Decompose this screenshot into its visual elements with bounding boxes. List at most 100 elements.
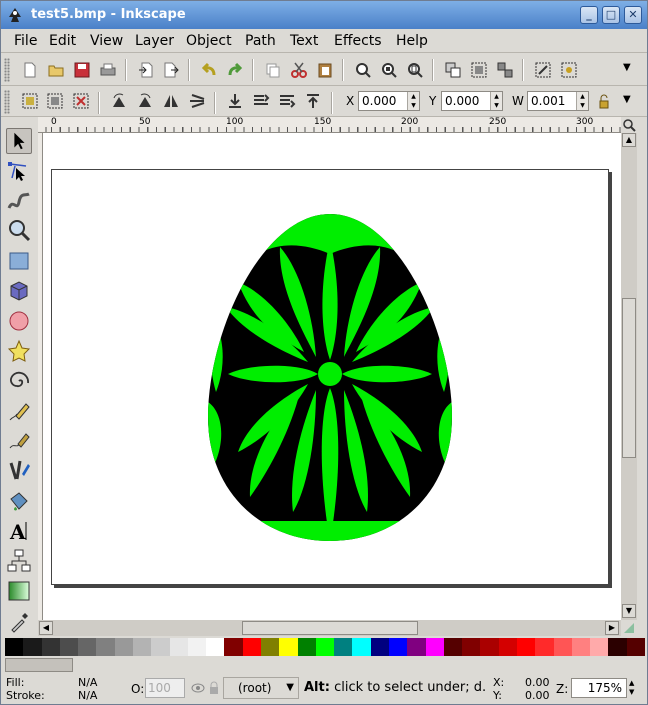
import-icon[interactable] [137,61,155,79]
fill-stroke-icon[interactable] [534,61,552,79]
palette-swatch[interactable] [169,638,189,656]
minimize-button[interactable]: _ [580,6,598,24]
pencil-tool-icon[interactable] [6,398,32,424]
export-icon[interactable] [162,61,180,79]
palette-swatch[interactable] [59,638,79,656]
lower-icon[interactable] [278,92,296,110]
new-document-icon[interactable] [21,61,39,79]
x-spinbox[interactable]: 0.000 ▲ ▼ [358,91,420,111]
easter-egg-image[interactable] [208,212,452,543]
menu-object[interactable]: Object [186,33,232,49]
flip-horizontal-icon[interactable] [162,92,180,110]
lower-to-bottom-icon[interactable] [226,92,244,110]
palette-swatch[interactable] [315,638,335,656]
menu-path[interactable]: Path [245,33,276,49]
raise-to-top-icon[interactable] [304,92,322,110]
lock-icon[interactable] [595,93,613,111]
tweak-tool-icon[interactable] [6,188,32,214]
connector-tool-icon[interactable] [6,548,32,574]
pen-tool-icon[interactable] [6,428,32,454]
duplicate-icon[interactable] [444,61,462,79]
palette-swatch[interactable] [23,638,43,656]
palette-swatch[interactable] [389,638,408,656]
palette-swatch[interactable] [443,638,463,656]
palette-swatch[interactable] [78,638,97,656]
layer-dropdown[interactable]: (root) ▼ [223,677,299,699]
flip-vertical-icon[interactable] [188,92,206,110]
star-tool-icon[interactable] [6,338,32,364]
ungroup-icon[interactable] [496,61,514,79]
palette-swatch[interactable] [608,638,628,656]
color-managed-view-icon[interactable] [622,621,636,635]
palette-swatch[interactable] [5,638,24,656]
ellipse-tool-icon[interactable] [6,308,32,334]
canvas[interactable] [43,133,621,620]
rotate-cw-icon[interactable] [136,92,154,110]
menu-edit[interactable]: Edit [49,33,76,49]
text-tool-icon[interactable]: A [6,518,32,544]
toolbar-grip[interactable] [4,58,10,82]
palette-swatch[interactable] [425,638,445,656]
close-button[interactable]: ✕ [624,6,642,24]
eye-icon[interactable] [191,682,205,694]
palette-swatch[interactable] [407,638,427,656]
spiral-tool-icon[interactable] [6,368,32,394]
palette-swatch[interactable] [114,638,134,656]
maximize-button[interactable]: □ [602,6,620,24]
vertical-scrollbar[interactable]: ▲ ▼ [621,133,637,620]
horizontal-scrollbar[interactable]: ◀ ▶ [38,620,621,636]
palette-swatch[interactable] [279,638,299,656]
zoom-drawing-icon[interactable] [380,61,398,79]
palette-swatch[interactable] [151,638,171,656]
palette-swatch[interactable] [590,638,609,656]
zoom-page-icon[interactable] [406,61,424,79]
scroll-left-icon[interactable]: ◀ [39,621,53,635]
selector-tool-icon[interactable] [6,128,32,154]
palette-swatch[interactable] [553,638,573,656]
select-all-layers-icon[interactable] [46,92,64,110]
palette-swatch[interactable] [626,638,646,656]
menu-text[interactable]: Text [290,33,318,49]
palette-swatch[interactable] [498,638,518,656]
scroll-right-icon[interactable]: ▶ [605,621,619,635]
menu-effects[interactable]: Effects [334,33,382,49]
zoom-corner-icon[interactable] [622,118,636,132]
palette-swatch[interactable] [96,638,116,656]
horizontal-scroll-thumb[interactable] [242,621,418,635]
print-icon[interactable] [99,61,117,79]
rotate-ccw-icon[interactable] [110,92,128,110]
palette-swatch[interactable] [571,638,591,656]
menu-layer[interactable]: Layer [135,33,174,49]
opacity-spinbox[interactable]: 100 [145,678,185,698]
palette-swatch[interactable] [133,638,152,656]
gradient-tool-icon[interactable] [6,578,32,604]
node-tool-icon[interactable] [6,158,32,184]
paint-bucket-tool-icon[interactable] [6,488,32,514]
palette-swatch[interactable] [480,638,500,656]
menu-help[interactable]: Help [396,33,428,49]
palette-swatch[interactable] [370,638,390,656]
palette-swatch[interactable] [535,638,555,656]
zoom-spinbox[interactable]: 175% [571,678,627,698]
save-icon[interactable] [73,61,91,79]
menu-file[interactable]: File [14,33,37,49]
raise-icon[interactable] [252,92,270,110]
zoom-spin-arrows-icon[interactable]: ▲ ▼ [629,679,634,697]
calligraphy-tool-icon[interactable] [6,458,32,484]
rectangle-tool-icon[interactable] [6,248,32,274]
select-all-icon[interactable] [21,92,39,110]
deselect-icon[interactable] [72,92,90,110]
palette-swatch[interactable] [334,638,353,656]
palette-swatch[interactable] [297,638,317,656]
y-spinbox[interactable]: 0.000 ▲ ▼ [441,91,503,111]
3d-box-tool-icon[interactable] [6,278,32,304]
spin-arrows-icon[interactable]: ▲ ▼ [407,92,419,110]
zoom-selection-icon[interactable] [354,61,372,79]
spin-arrows-icon[interactable]: ▲ ▼ [490,92,502,110]
copy-icon[interactable] [264,61,282,79]
vertical-scroll-thumb[interactable] [622,298,636,458]
spin-arrows-icon[interactable]: ▲ ▼ [576,92,588,110]
palette-swatch[interactable] [206,638,225,656]
open-folder-icon[interactable] [47,61,65,79]
palette-swatch[interactable] [187,638,207,656]
